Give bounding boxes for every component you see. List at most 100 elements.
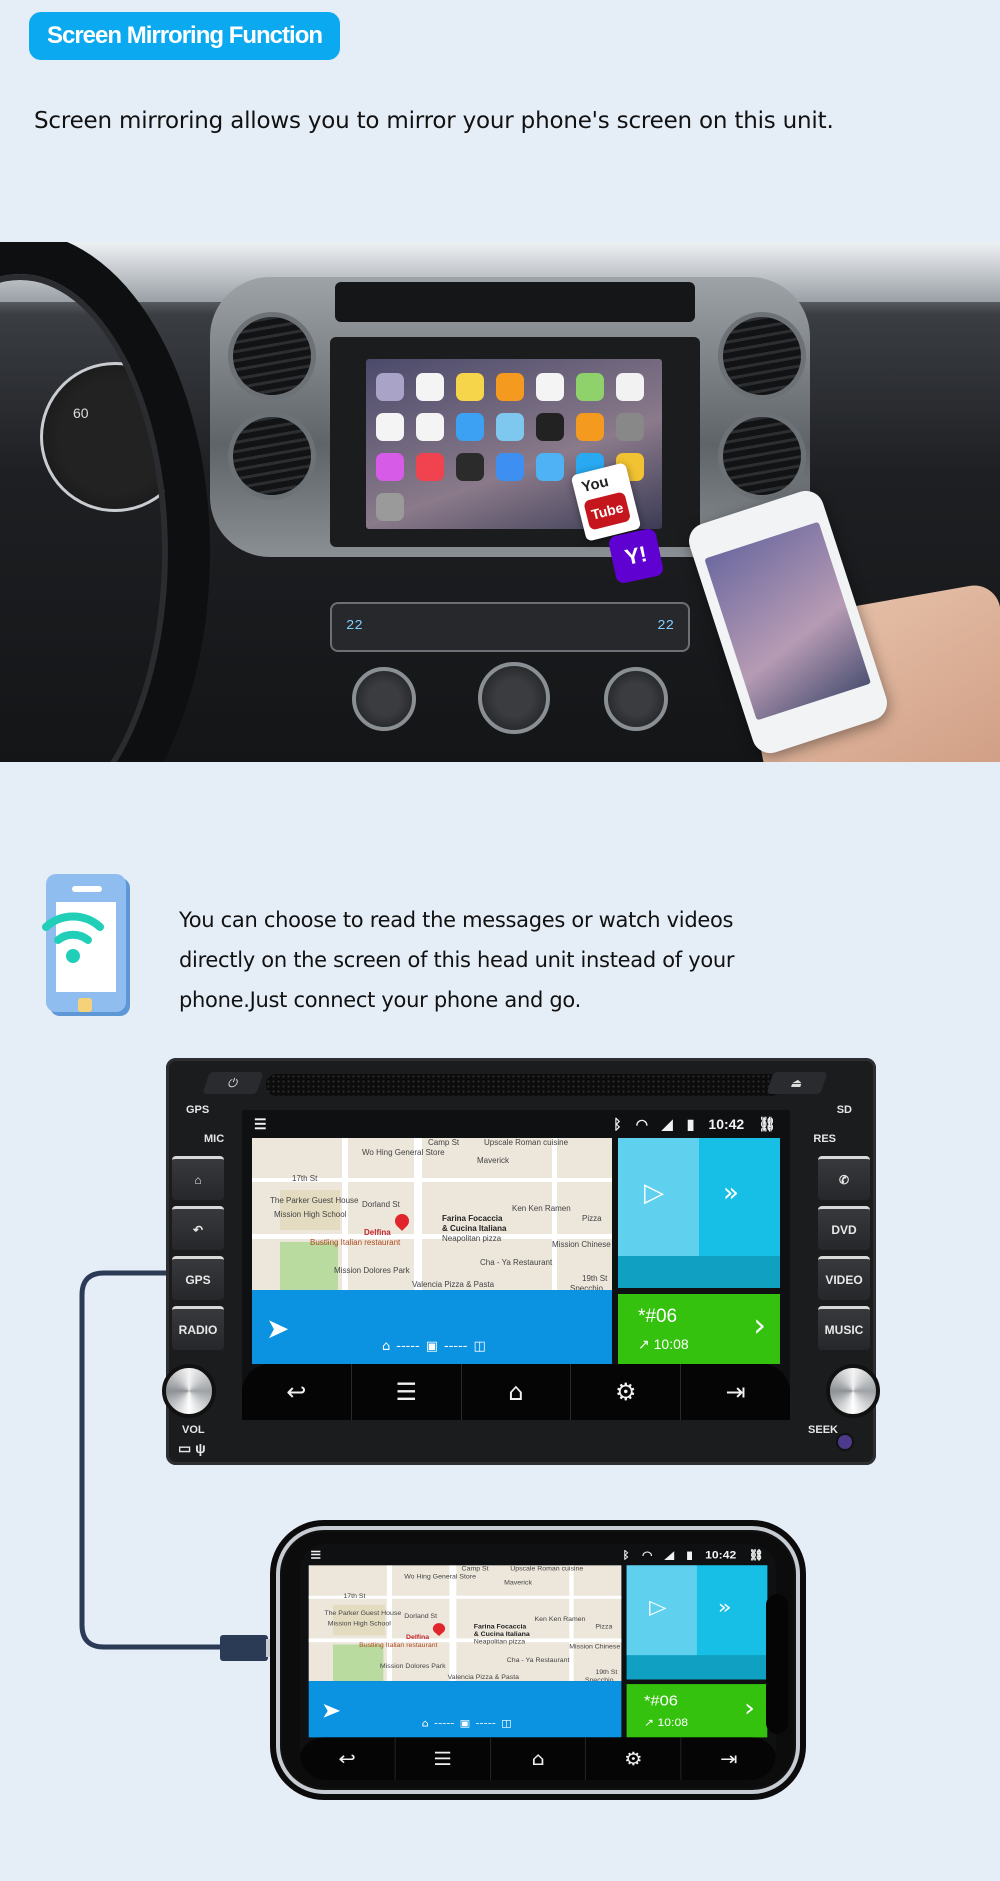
location-pin-icon[interactable]	[430, 1620, 448, 1637]
menu-icon[interactable]: ☰	[310, 1549, 321, 1562]
app-icon	[536, 453, 564, 481]
dock-exit-button[interactable]: ⇥	[681, 1737, 776, 1780]
chevron-right-icon: ›	[744, 1693, 756, 1723]
dock-menu-button[interactable]: ☰	[395, 1737, 491, 1780]
map-label: Cha - Ya Restaurant	[506, 1656, 570, 1664]
call-number: *#06	[638, 1306, 678, 1327]
usb-port-icon: ▭ ψ	[178, 1440, 206, 1456]
ir-button[interactable]	[836, 1433, 854, 1451]
hero-car-dashboard-photo: 60 90 10 You Tube Y! 22 22	[0, 242, 1000, 762]
route-dashes: -----	[444, 1339, 468, 1354]
shopping-bag-icon: ◫	[473, 1339, 486, 1354]
map-view[interactable]: Wo Hing General Store Maverick 17th St T…	[308, 1565, 622, 1682]
app-icon	[456, 373, 484, 401]
gps-slot-label: GPS	[186, 1104, 210, 1116]
dock-back-button[interactable]: ↩	[300, 1737, 396, 1780]
chevron-right-icon: ›	[753, 1306, 766, 1344]
bluetooth-icon: ᛒ	[613, 1116, 622, 1132]
app-icon	[616, 373, 644, 401]
smartphone-screen	[704, 521, 872, 721]
app-icon	[456, 453, 484, 481]
home-icon: ⌂	[194, 1172, 202, 1187]
gps-button[interactable]: GPS	[172, 1256, 224, 1300]
app-icon	[496, 453, 524, 481]
bottom-dock: ↩ ☰ ⌂ ⚙ ⇥	[242, 1364, 790, 1420]
play-button[interactable]: ▷	[626, 1565, 697, 1656]
map-label: Mission High School	[327, 1620, 391, 1627]
map-label: Farina Focaccia	[473, 1623, 527, 1631]
eject-button[interactable]: ⏏	[766, 1072, 828, 1094]
menu-icon: ☰	[433, 1748, 452, 1770]
navigation-arrow-icon: ➤	[320, 1697, 342, 1723]
back-icon: ↩	[286, 1378, 307, 1406]
radio-button[interactable]: RADIO	[172, 1306, 224, 1350]
home-icon: ⌂	[421, 1718, 429, 1730]
phone-button[interactable]: ✆	[818, 1156, 870, 1200]
dock-settings-button[interactable]: ⚙	[586, 1737, 682, 1780]
route-summary: ⌂ ----- ▣ ----- ◫	[382, 1339, 486, 1354]
app-icon	[536, 373, 564, 401]
location-pin-icon[interactable]	[392, 1211, 412, 1231]
seek-label: SEEK	[808, 1424, 838, 1436]
section-badge: Screen Mirroring Function	[29, 12, 340, 60]
map-label: Bustling Italian restaurant	[359, 1641, 438, 1649]
dock-home-button[interactable]: ⌂	[462, 1364, 572, 1420]
map-label: Mission Dolores Park	[379, 1662, 446, 1670]
dvd-button[interactable]: DVD	[818, 1206, 870, 1250]
exit-icon: ⇥	[719, 1748, 738, 1770]
back-icon: ↩	[338, 1748, 356, 1770]
map-label: & Cucina Italiana	[473, 1630, 530, 1638]
back-icon: ↶	[192, 1222, 204, 1237]
smartphone: ☰ ᛒ ◠ ◢ ▮ 10:42 ⛓ Wo Hing General Store …	[276, 1526, 800, 1794]
disc-slot	[266, 1074, 781, 1096]
map-view[interactable]: Wo Hing General Store Maverick 17th St T…	[252, 1138, 612, 1290]
air-vent	[718, 312, 806, 400]
navigation-panel[interactable]: ➤ ⌂ ----- ▣ ----- ◫	[252, 1290, 612, 1364]
next-button[interactable]: »	[699, 1138, 780, 1256]
dock-settings-button[interactable]: ⚙	[571, 1364, 682, 1420]
map-label: Neapolitan pizza	[473, 1638, 526, 1646]
video-button[interactable]: VIDEO	[818, 1256, 870, 1300]
music-button[interactable]: MUSIC	[818, 1306, 870, 1350]
home-button[interactable]: ⌂	[172, 1156, 224, 1200]
clock: 10:42	[708, 1116, 745, 1132]
play-button[interactable]: ▷	[618, 1138, 699, 1256]
route-dashes: -----	[475, 1718, 496, 1730]
smartphone-photo	[684, 486, 892, 758]
map-label: Maverick	[504, 1579, 532, 1586]
res-label: RES	[813, 1133, 836, 1145]
call-number: *#06	[643, 1693, 678, 1710]
map-label: Delfina	[364, 1228, 391, 1237]
play-icon: ▷	[649, 1595, 667, 1619]
back-button[interactable]: ↶	[172, 1206, 224, 1250]
youtube-label-top: You	[579, 473, 611, 497]
fast-forward-icon: »	[717, 1595, 732, 1619]
play-icon: ▷	[644, 1178, 664, 1208]
wifi-icon: ◠	[641, 1548, 653, 1561]
call-widget[interactable]: *#06 ↗ 10:08 ›	[618, 1294, 780, 1364]
center-top-vent	[335, 282, 695, 322]
phone-screen-content: ☰ ᛒ ◠ ◢ ▮ 10:42 ⛓ Wo Hing General Store …	[300, 1544, 776, 1780]
dashboard-head-unit	[330, 337, 700, 547]
dock-menu-button[interactable]: ☰	[352, 1364, 462, 1420]
app-icon	[536, 413, 564, 441]
seek-knob[interactable]	[826, 1364, 880, 1418]
menu-icon[interactable]: ☰	[254, 1116, 267, 1133]
map-label: & Cucina Italiana	[442, 1224, 507, 1233]
feature-description: You can choose to read the messages or w…	[179, 908, 735, 1012]
dock-exit-button[interactable]: ⇥	[681, 1364, 790, 1420]
link-icon: ⛓	[748, 1548, 764, 1561]
volume-knob[interactable]	[162, 1364, 216, 1418]
route-dashes: -----	[433, 1718, 455, 1730]
dock-back-button[interactable]: ↩	[242, 1364, 352, 1420]
map-label: The Parker Guest House	[270, 1196, 359, 1205]
next-button[interactable]: »	[696, 1565, 768, 1656]
app-icon	[576, 413, 604, 441]
power-button[interactable]: ⏻	[202, 1072, 264, 1094]
navigation-panel[interactable]: ➤ ⌂ ----- ▣ ----- ◫	[308, 1681, 622, 1738]
call-widget[interactable]: *#06 ↗ 10:08 ›	[626, 1684, 768, 1738]
dock-home-button[interactable]: ⌂	[491, 1737, 587, 1780]
phone-notch	[766, 1594, 788, 1734]
youtube-label-bottom: Tube	[583, 491, 632, 531]
map-label: Pizza	[595, 1623, 613, 1631]
